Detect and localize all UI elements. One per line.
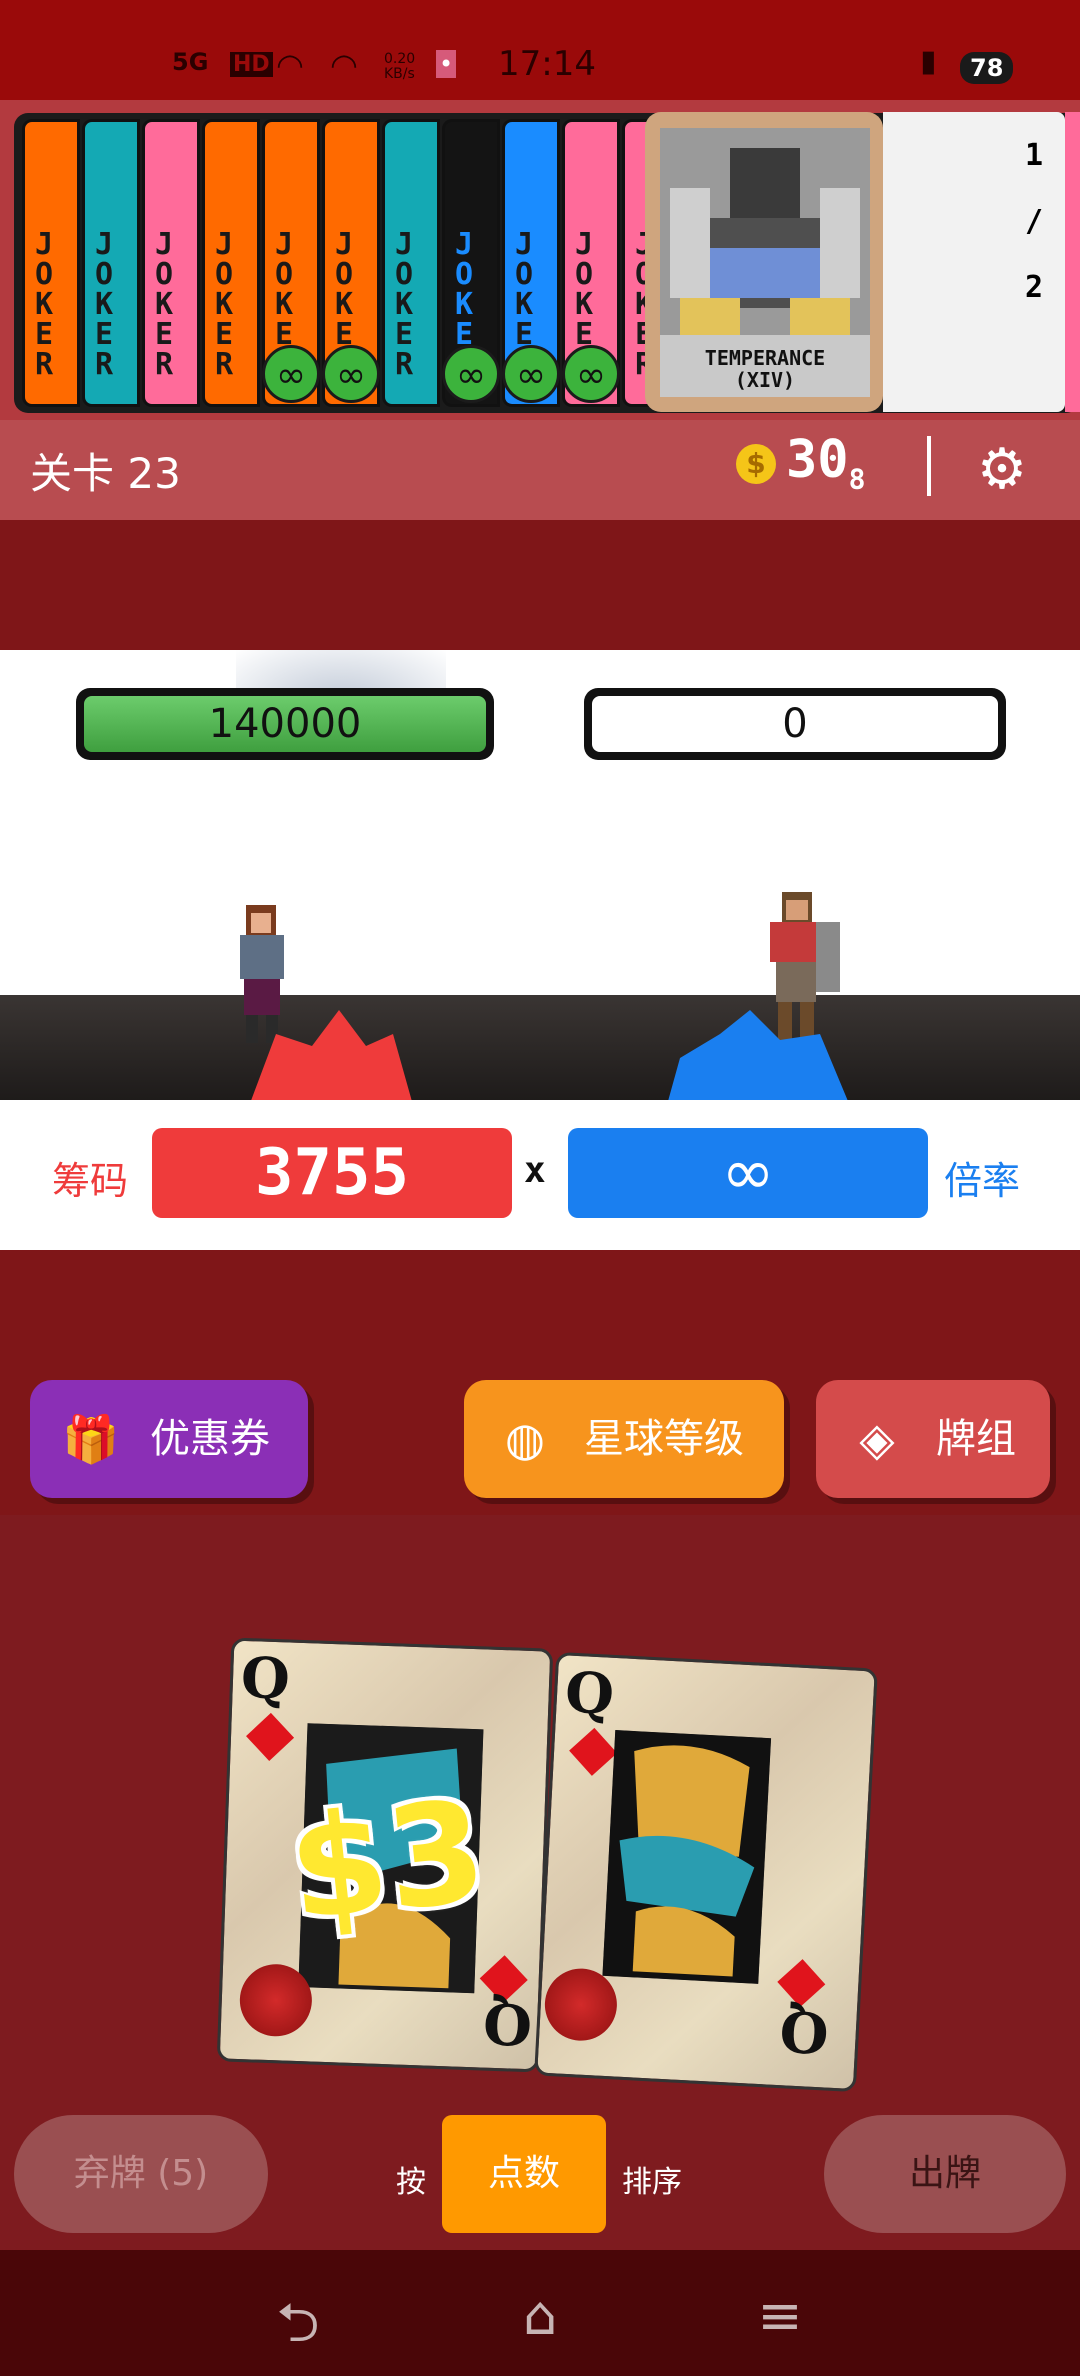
infinity-badge: ∞ xyxy=(322,345,380,403)
temperance-name: TEMPERANCE xyxy=(704,346,826,370)
settings-gear-icon[interactable]: ⚙ xyxy=(972,440,1032,500)
voucher-button[interactable]: 🎁 优惠券 xyxy=(30,1380,308,1498)
play-hand-button[interactable]: 出牌 xyxy=(824,2115,1066,2233)
card-rank-bottom: Q xyxy=(778,1997,831,2066)
card-rank-bottom: Q xyxy=(482,1989,534,2058)
hand-card[interactable]: Q Q xyxy=(534,1651,878,2093)
temperance-numeral: (XIV) xyxy=(734,368,796,392)
discard-button[interactable]: 弃牌 (5) xyxy=(14,2115,268,2233)
chips-label: 筹码 xyxy=(52,1159,129,1203)
menu-icon[interactable]: ≡ xyxy=(740,2284,820,2347)
globe-icon: ◍ xyxy=(504,1412,546,1466)
joker-card-text: JOKER xyxy=(395,227,414,382)
layers-icon: ◈ xyxy=(859,1412,895,1466)
mult-label: 倍率 xyxy=(944,1159,1021,1203)
joker-card[interactable]: JOKER xyxy=(202,119,260,407)
coin-icon: $ xyxy=(736,444,776,484)
player-hp-bar: 140000 xyxy=(84,696,486,752)
infinity-badge: ∞ xyxy=(562,345,620,403)
rocky-ground xyxy=(0,995,1080,1100)
infinity-badge: ∞ xyxy=(502,345,560,403)
app-notification-icon: • xyxy=(436,50,457,78)
voucher-icon: 🎁 xyxy=(62,1412,120,1466)
sort-by-rank-button[interactable]: 点数 xyxy=(442,2115,606,2233)
enemy-hp-bar: 0 xyxy=(592,696,998,752)
sort-suffix: 排序 xyxy=(622,2165,682,2200)
wifi-off-icon: ◠ xyxy=(330,46,358,84)
joker-card-overflow xyxy=(1065,112,1080,412)
temperance-label: TEMPERANCE (XIV) xyxy=(660,335,870,397)
money-amount: 30 xyxy=(786,430,849,490)
queen-portrait xyxy=(602,1730,772,1984)
multiply-sign: x xyxy=(524,1150,546,1191)
network-speed: 0.20 KB/s xyxy=(384,51,416,82)
joker-card-text: JOKER xyxy=(215,227,234,382)
home-icon[interactable]: ⌂ xyxy=(500,2284,580,2347)
level-label: 关卡 23 xyxy=(30,449,181,498)
network-indicator: 5G xyxy=(172,48,209,76)
joker-card[interactable]: JOKER xyxy=(142,119,200,407)
temperance-info-panel: 1 / 2 xyxy=(883,112,1065,412)
info-top: 1 xyxy=(1024,138,1043,173)
temperance-figure-icon xyxy=(660,128,870,353)
red-seal-icon xyxy=(543,1966,619,2043)
sort-prefix: 按 xyxy=(396,2165,426,2200)
joker-card-text: JOKER xyxy=(95,227,114,382)
infinity-badge: ∞ xyxy=(442,345,500,403)
planet-level-button[interactable]: ◍ 星球等级 xyxy=(464,1380,784,1498)
status-bar: 5G HD ◠ ◠ 0.20 KB/s • 17:14 ▮ 78 xyxy=(0,0,1080,100)
money-value: 308 xyxy=(786,430,865,495)
planet-level-label: 星球等级 xyxy=(584,1416,744,1462)
voucher-label: 优惠券 xyxy=(150,1416,270,1462)
chips-value: 3755 xyxy=(152,1128,512,1218)
diamond-icon xyxy=(569,1727,618,1776)
joker-card-text: JOKER xyxy=(35,227,54,382)
heroine-sprite-icon xyxy=(240,905,284,1043)
card-rank: Q xyxy=(563,1659,616,1728)
hd-badge: HD xyxy=(230,52,273,77)
back-icon[interactable]: ⮌ xyxy=(258,2284,338,2376)
joker-card[interactable]: JOKER xyxy=(82,119,140,407)
joker-card[interactable]: JOKER xyxy=(22,119,80,407)
money-sub: 8 xyxy=(848,462,866,496)
wifi-icon: ◠ xyxy=(276,46,304,84)
vibrate-icon: ▮ xyxy=(920,44,937,79)
battery-level: 78 xyxy=(960,52,1014,84)
temperance-artwork xyxy=(660,128,870,353)
joker-card-text: JOKER xyxy=(155,227,174,382)
card-rank: Q xyxy=(239,1644,291,1713)
info-bottom: 2 xyxy=(1024,270,1043,305)
money-bonus-popup: $3 xyxy=(282,1770,493,1953)
joker-card[interactable]: JOKER xyxy=(382,119,440,407)
player-character xyxy=(226,905,298,1045)
info-mid: / xyxy=(1024,204,1043,239)
infinity-badge: ∞ xyxy=(262,345,320,403)
deck-button[interactable]: ◈ 牌组 xyxy=(816,1380,1050,1498)
queen-art-icon xyxy=(602,1730,772,1984)
clock: 17:14 xyxy=(498,44,596,84)
deck-label: 牌组 xyxy=(936,1416,1016,1462)
header-divider xyxy=(927,436,931,496)
mult-value: ∞ xyxy=(568,1128,928,1218)
warrior-sprite-icon xyxy=(770,892,840,1042)
enemy-character xyxy=(756,892,846,1052)
diamond-icon xyxy=(246,1712,295,1761)
